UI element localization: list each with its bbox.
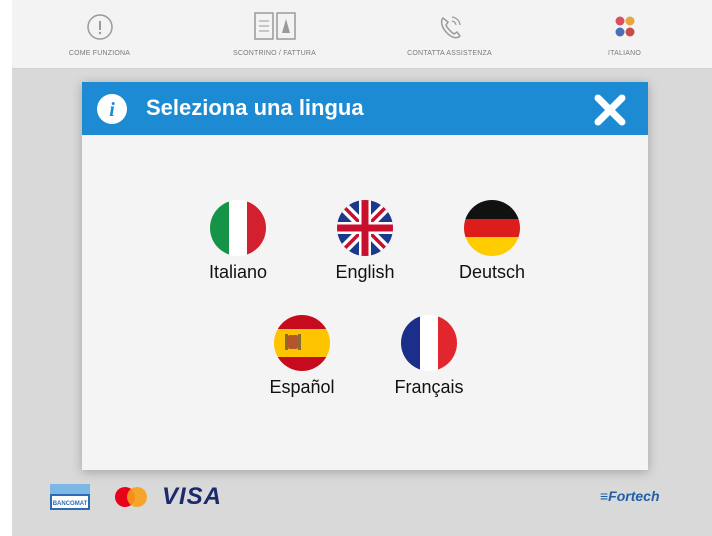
spain-flag-icon [274,315,330,371]
mastercard-logo [109,484,153,510]
nav-label: SCONTRINO / FATTURA [232,50,316,57]
close-icon [594,94,626,126]
language-option-italiano[interactable]: Italiano [183,200,293,290]
footer: BANCOMAT VISA ≡Fortech [12,478,712,514]
language-option-english[interactable]: English [310,200,420,290]
visa-logo: VISA [162,483,223,510]
language-option-deutsch[interactable]: Deutsch [437,200,547,290]
language-label: English [335,262,395,282]
info-icon: i [96,93,128,125]
nav-item-language[interactable]: ITALIANO [537,0,712,68]
top-navigation-bar: COME FUNZIONA SCONTRINO / FATTURA CONTAT… [12,0,712,69]
nav-label: COME FUNZIONA [68,50,131,57]
uk-flag-icon [337,200,393,256]
language-label: Español [269,377,335,397]
nav-item-contatta-assistenza[interactable]: CONTATTA ASSISTENZA [362,0,537,68]
flags-icon [610,10,640,44]
language-selection-dialog: i Seleziona una lingua Italiano English … [82,82,648,470]
nav-item-come-funziona[interactable]: COME FUNZIONA [12,0,187,68]
italy-flag-icon [210,200,266,256]
nav-label: ITALIANO [608,50,641,57]
language-option-francais[interactable]: Français [374,315,484,405]
language-label: Français [394,377,464,397]
dialog-header: i Seleziona una lingua [82,82,648,135]
germany-flag-icon [464,200,520,256]
phone-icon [435,10,465,44]
pagobancomat-text: BANCOMAT [53,501,88,507]
nav-label: CONTATTA ASSISTENZA [407,50,492,57]
nav-item-scontrino-fattura[interactable]: SCONTRINO / FATTURA [187,0,362,68]
language-label: Deutsch [458,262,526,282]
france-flag-icon [401,315,457,371]
close-button[interactable] [592,92,628,128]
dialog-title: Seleziona una lingua [146,95,364,120]
svg-text:i: i [109,99,115,121]
language-label: Italiano [208,262,268,282]
receipt-icon [253,10,297,44]
info-circle-icon [85,10,115,44]
language-option-espanol[interactable]: Español [247,315,357,405]
pagobancomat-logo: BANCOMAT [50,484,90,510]
fortech-logo: ≡Fortech [600,488,660,504]
